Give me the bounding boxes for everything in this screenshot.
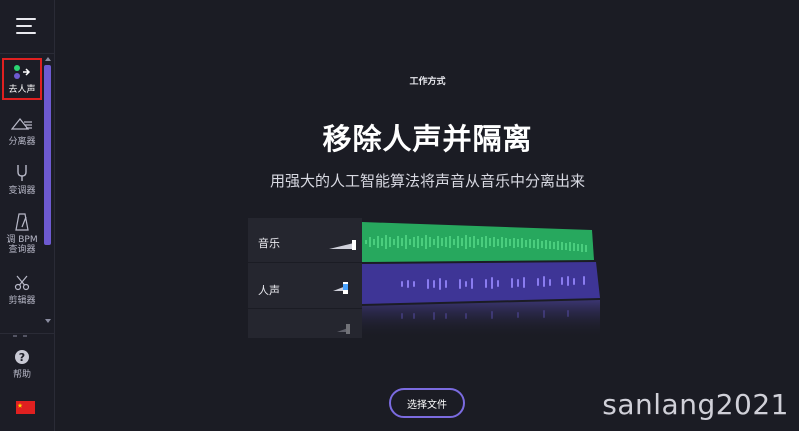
scroll-up-arrow[interactable] xyxy=(45,57,51,61)
metronome-icon xyxy=(15,212,29,232)
sidebar-item-label: 调 BPM xyxy=(6,235,38,245)
next-item-icon xyxy=(12,322,28,337)
splitter-icon xyxy=(11,114,33,134)
music-track-label: 音乐 xyxy=(258,237,280,250)
menu-icon[interactable] xyxy=(16,18,38,36)
china-flag-icon[interactable] xyxy=(16,401,35,414)
divider xyxy=(0,53,55,54)
page-subtitle: 用强大的人工智能算法将声音从音乐中分离出来 xyxy=(269,172,585,190)
help-label: 帮助 xyxy=(12,370,31,380)
divider xyxy=(0,333,55,334)
waveform-display xyxy=(362,222,600,338)
separation-demo: 音乐 人声 xyxy=(248,218,604,338)
sidebar-item-splitter[interactable]: 分离器 xyxy=(2,114,42,158)
section-label: 工作方式 xyxy=(409,77,446,87)
sidebar-item-bpm-finder[interactable]: 调 BPM 查询器 xyxy=(2,212,42,256)
music-volume-fader[interactable] xyxy=(328,236,358,250)
sidebar-item-vocal-remover[interactable]: 去人声 xyxy=(2,58,42,100)
help-icon: ? xyxy=(14,347,30,367)
svg-text:?: ? xyxy=(19,351,25,364)
watermark: sanlang2021 xyxy=(602,388,789,421)
vocal-remover-icon xyxy=(13,62,31,82)
sidebar: 去人声 分离器 变调器 调 BPM 查询器 剪辑器 ? 帮助 xyxy=(0,0,55,431)
page-title: 移除人声并隔离 xyxy=(322,122,533,156)
sidebar-item-label: 变调器 xyxy=(8,186,36,196)
sidebar-item-cutter[interactable]: 剪辑器 xyxy=(2,273,42,317)
sidebar-item-label: 查询器 xyxy=(8,245,36,255)
scrollbar-thumb[interactable] xyxy=(44,65,51,245)
sidebar-item-label: 去人声 xyxy=(8,85,36,95)
scissors-icon xyxy=(14,273,30,293)
tuning-fork-icon xyxy=(16,163,28,183)
scroll-down-arrow[interactable] xyxy=(45,319,51,323)
sidebar-item-label: 分离器 xyxy=(8,137,36,147)
choose-file-button[interactable]: 选择文件 xyxy=(389,388,465,418)
vocal-volume-fader[interactable] xyxy=(332,280,362,294)
sidebar-item-pitch-changer[interactable]: 变调器 xyxy=(2,163,42,207)
main-content: 工作方式 移除人声并隔离 用强大的人工智能算法将声音从音乐中分离出来 音乐 人声 xyxy=(56,0,799,431)
sidebar-item-label: 剪辑器 xyxy=(8,296,36,306)
vocal-track-label: 人声 xyxy=(258,284,280,297)
sidebar-scrollbar[interactable] xyxy=(43,57,53,327)
sidebar-item-help[interactable]: ? 帮助 xyxy=(2,347,42,391)
